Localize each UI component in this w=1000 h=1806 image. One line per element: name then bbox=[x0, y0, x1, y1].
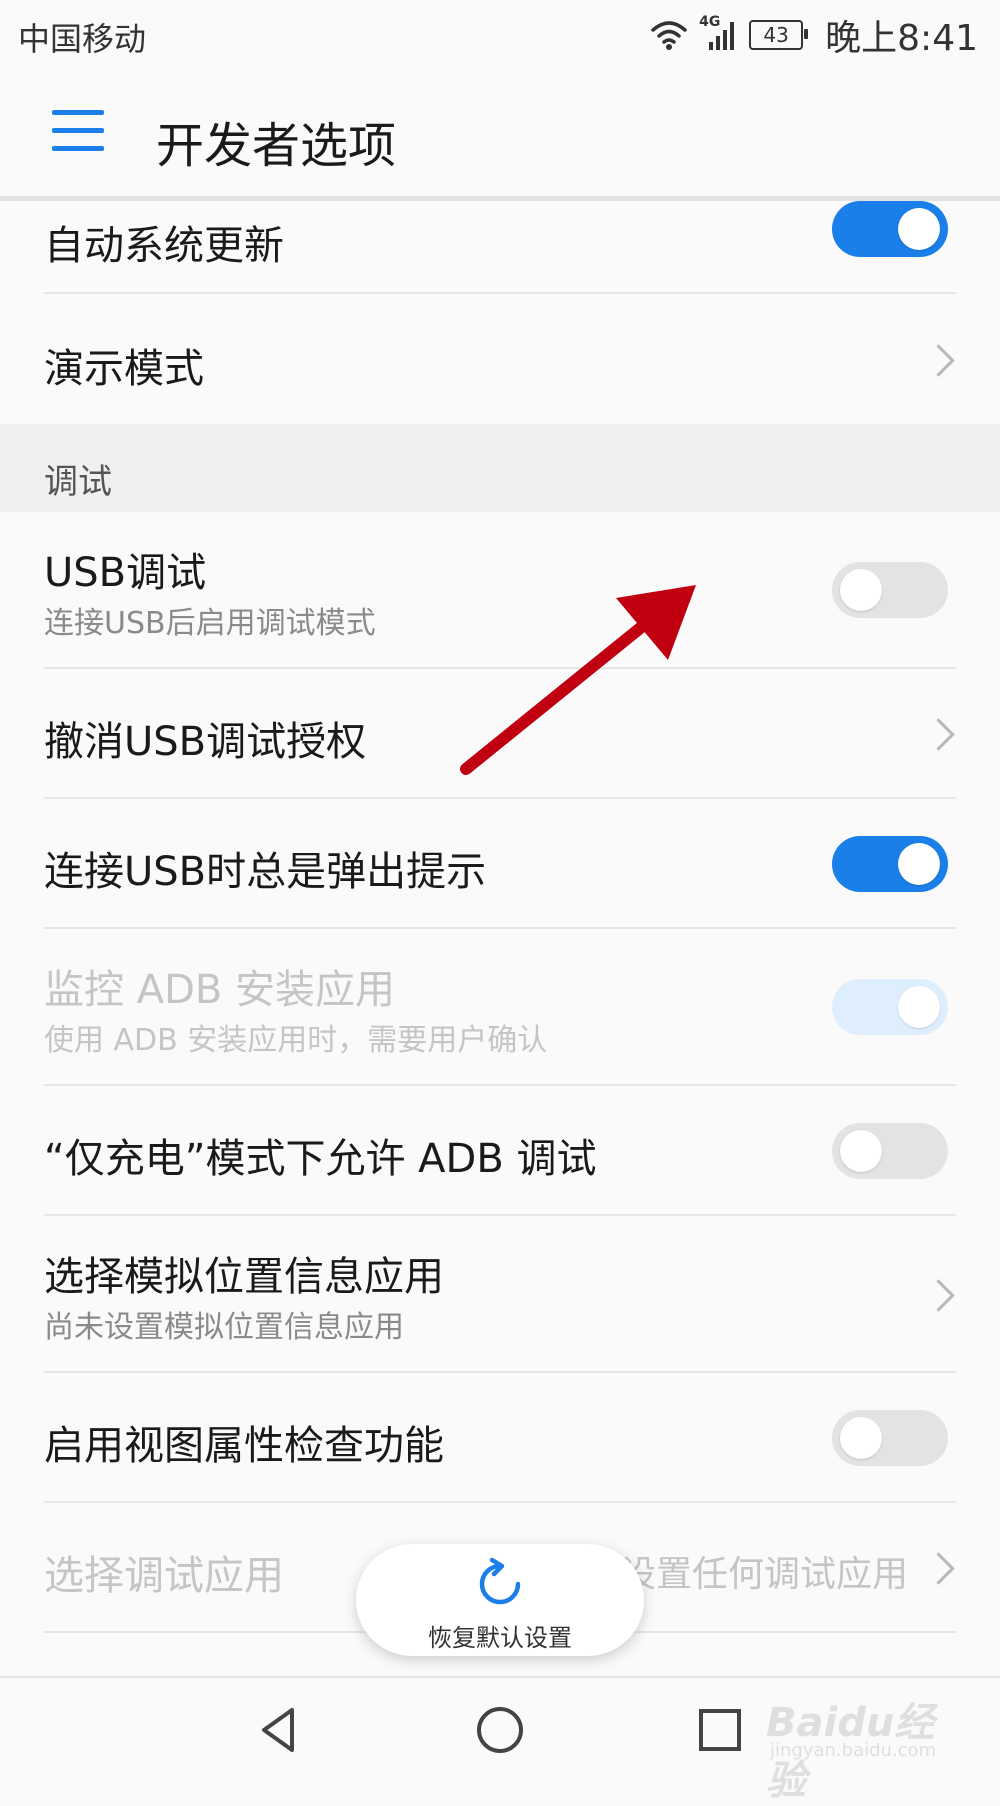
refresh-icon bbox=[479, 1557, 521, 1605]
adb-monitor-toggle bbox=[832, 979, 948, 1035]
carrier-name: 中国移动 bbox=[18, 20, 147, 58]
setting-demo-mode[interactable]: 演示模式 bbox=[0, 294, 1000, 424]
reset-defaults-label: 恢复默认设置 bbox=[428, 1624, 572, 1652]
setting-title: “仅充电”模式下允许 ADB 调试 bbox=[44, 1136, 597, 1182]
setting-title: 选择模拟位置信息应用 bbox=[44, 1254, 444, 1300]
baidu-watermark: Baidu经验 jingyan.baidu.com bbox=[762, 1676, 962, 1804]
setting-view-attribute-inspection[interactable]: 启用视图属性检查功能 bbox=[0, 1373, 1000, 1503]
setting-subtitle: 使用 ADB 安装应用时，需要用户确认 bbox=[44, 1023, 548, 1058]
cellular-signal-icon: 4G bbox=[699, 14, 739, 52]
setting-title: 撤消USB调试授权 bbox=[44, 719, 367, 765]
battery-level: 43 bbox=[763, 23, 789, 47]
chevron-right-icon bbox=[922, 1279, 955, 1312]
section-header-debug: 调试 bbox=[0, 424, 1000, 512]
recents-icon[interactable] bbox=[690, 1700, 750, 1760]
usb-prompt-toggle[interactable] bbox=[832, 836, 948, 892]
status-bar: 中国移动 4G 43 晚上8:41 bbox=[0, 0, 1000, 70]
setting-charge-only-adb[interactable]: “仅充电”模式下允许 ADB 调试 bbox=[0, 1086, 1000, 1216]
usb-debugging-toggle[interactable] bbox=[832, 562, 948, 618]
chevron-right-icon bbox=[922, 1552, 955, 1585]
page-title: 开发者选项 bbox=[156, 118, 397, 174]
setting-title: 连接USB时总是弹出提示 bbox=[44, 849, 487, 895]
charge-only-adb-toggle[interactable] bbox=[832, 1123, 948, 1179]
status-icons: 4G 43 晚上8:41 bbox=[649, 10, 978, 60]
wifi-icon bbox=[651, 21, 687, 50]
setting-revoke-usb-auth[interactable]: 撤消USB调试授权 bbox=[0, 669, 1000, 799]
battery-icon: 43 bbox=[749, 20, 809, 50]
settings-list: 自动系统更新 演示模式 调试 USB调试 连接USB后启用调试模式 撤消USB调… bbox=[0, 201, 1000, 1693]
setting-title: 演示模式 bbox=[44, 346, 204, 392]
app-bar: 开发者选项 bbox=[0, 70, 1000, 201]
setting-title: 自动系统更新 bbox=[44, 223, 284, 269]
setting-monitor-adb-install: 监控 ADB 安装应用 使用 ADB 安装应用时，需要用户确认 bbox=[0, 929, 1000, 1086]
setting-mock-location-app[interactable]: 选择模拟位置信息应用 尚未设置模拟位置信息应用 bbox=[0, 1216, 1000, 1373]
clock: 晚上8:41 bbox=[825, 18, 978, 59]
setting-title: 选择调试应用 bbox=[44, 1553, 284, 1599]
reset-defaults-button[interactable]: 恢复默认设置 bbox=[356, 1544, 644, 1656]
view-attr-toggle[interactable] bbox=[832, 1410, 948, 1466]
setting-subtitle: 尚未设置模拟位置信息应用 bbox=[44, 1310, 404, 1345]
setting-usb-prompt[interactable]: 连接USB时总是弹出提示 bbox=[0, 799, 1000, 929]
setting-title: 启用视图属性检查功能 bbox=[44, 1423, 444, 1469]
back-icon[interactable] bbox=[250, 1700, 310, 1760]
setting-title: USB调试 bbox=[44, 550, 207, 596]
setting-subtitle: 连接USB后启用调试模式 bbox=[44, 606, 376, 641]
chevron-right-icon bbox=[922, 344, 955, 377]
setting-auto-system-update[interactable]: 自动系统更新 bbox=[0, 201, 1000, 294]
chevron-right-icon bbox=[922, 718, 955, 751]
auto-update-toggle[interactable] bbox=[832, 201, 948, 257]
setting-title: 监控 ADB 安装应用 bbox=[44, 967, 396, 1013]
watermark-sub: jingyan.baidu.com bbox=[770, 1740, 937, 1761]
setting-usb-debugging[interactable]: USB调试 连接USB后启用调试模式 bbox=[0, 512, 1000, 669]
menu-icon[interactable] bbox=[52, 110, 104, 152]
section-label: 调试 bbox=[44, 462, 112, 502]
home-icon[interactable] bbox=[470, 1700, 530, 1760]
